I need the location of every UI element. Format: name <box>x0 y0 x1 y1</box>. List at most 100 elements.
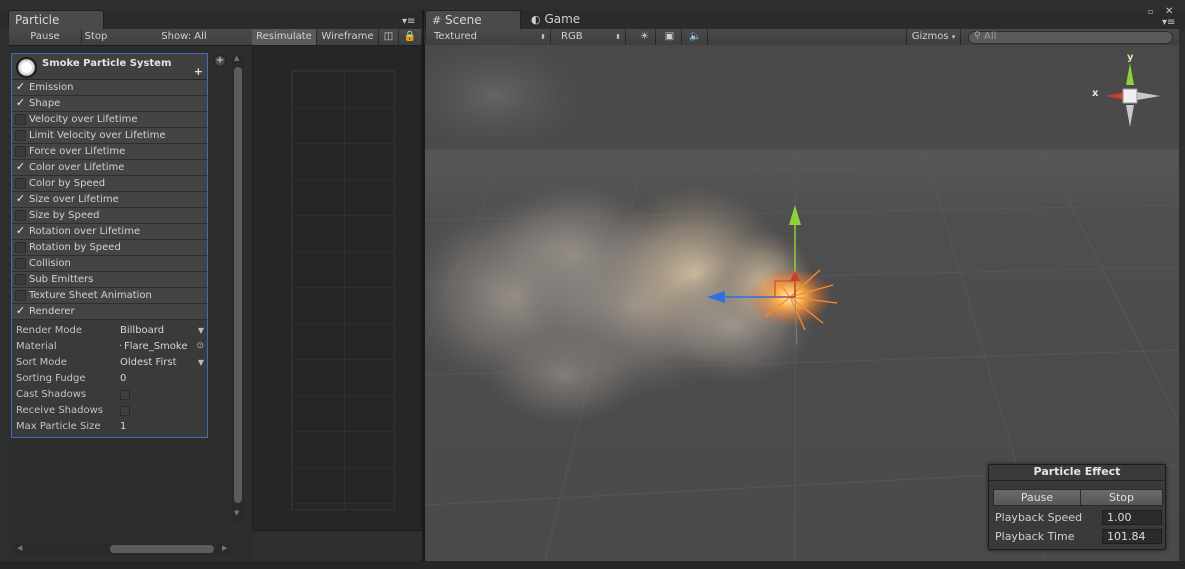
module-row[interactable]: Texture Sheet Animation <box>12 288 207 304</box>
module-row[interactable]: Size by Speed <box>12 208 207 224</box>
left-window: Particle Effect ▾≡ Pause Stop Show: All … <box>0 0 424 569</box>
overlay-stop-button[interactable]: Stop <box>1080 489 1163 506</box>
material-field[interactable]: Flare_Smoke <box>124 339 188 354</box>
module-checkbox[interactable] <box>15 130 26 141</box>
module-row[interactable]: ✓ Rotation over Lifetime <box>12 224 207 240</box>
lighting-toggle-icon[interactable]: ☀ <box>634 29 656 46</box>
gizmos-dropdown[interactable]: Gizmos ▾ <box>906 29 961 46</box>
orientation-gizmo[interactable]: y x <box>1085 52 1165 135</box>
scene-toolbar: Textured ⬍ RGB ⬍ ☀ ▣ 🔈 Gizmos ▾ ⚲ All <box>426 29 1179 46</box>
module-label: Sub Emitters <box>29 274 94 285</box>
module-row[interactable]: Limit Velocity over Lifetime <box>12 128 207 144</box>
scroll-right-icon[interactable]: ▶ <box>222 544 227 552</box>
curve-editor[interactable] <box>252 45 422 531</box>
module-row[interactable]: Collision <box>12 256 207 272</box>
module-row[interactable]: Color by Speed <box>12 176 207 192</box>
cast-shadows-label: Cast Shadows <box>16 389 87 400</box>
module-row[interactable]: ✓ Renderer <box>12 304 207 320</box>
module-checkbox[interactable] <box>15 242 26 253</box>
checkmark-icon[interactable]: ✓ <box>15 193 26 205</box>
horizontal-scrollbar[interactable]: ◀ ▶ <box>14 543 232 555</box>
particle-system-title: Smoke Particle System <box>42 58 172 69</box>
image-effects-icon[interactable]: ▣ <box>658 29 682 46</box>
cast-shadows-checkbox[interactable] <box>120 390 130 400</box>
add-system-icon[interactable]: + <box>214 55 226 67</box>
module-row[interactable]: ✓ Color over Lifetime <box>12 160 207 176</box>
checkmark-icon[interactable]: ✓ <box>15 97 26 109</box>
scroll-left-icon[interactable]: ◀ <box>17 544 22 552</box>
particle-effect-overlay: Particle Effect Pause Stop Playback Spee… <box>988 464 1166 550</box>
module-checkbox[interactable] <box>15 290 26 301</box>
close-icon[interactable]: ✕ <box>1165 6 1173 17</box>
horizontal-scroll-thumb[interactable] <box>110 545 214 553</box>
shading-mode-dropdown[interactable]: Textured ⬍ <box>426 29 551 46</box>
resimulate-toggle[interactable]: Resimulate <box>252 29 317 46</box>
module-checkbox[interactable] <box>15 210 26 221</box>
module-checkbox[interactable] <box>15 258 26 269</box>
module-label: Force over Lifetime <box>29 146 126 157</box>
overlay-title: Particle Effect <box>1033 465 1121 478</box>
checkmark-icon[interactable]: ✓ <box>15 225 26 237</box>
module-label: Color over Lifetime <box>29 162 125 173</box>
render-mode-label: RGB <box>561 31 583 42</box>
module-row[interactable]: ✓ Size over Lifetime <box>12 192 207 208</box>
module-row[interactable]: ✓ Emission <box>12 80 207 96</box>
tab-scene[interactable]: # Scene <box>425 10 521 30</box>
tab-particle-effect[interactable]: Particle Effect <box>8 10 104 42</box>
vertical-scroll-thumb[interactable] <box>234 67 242 503</box>
add-module-icon[interactable]: + <box>194 65 203 78</box>
module-label: Size by Speed <box>29 210 100 221</box>
checkmark-icon[interactable]: ✓ <box>15 81 26 93</box>
module-checkbox[interactable] <box>15 178 26 189</box>
sort-mode-label: Sort Mode <box>16 357 67 368</box>
chevron-updown-icon: ⬍ <box>540 33 546 41</box>
split-view-icon[interactable]: ◫ <box>379 29 399 46</box>
pause-button[interactable]: Pause <box>9 29 82 46</box>
scroll-up-icon[interactable]: ▲ <box>234 54 239 62</box>
scroll-down-icon[interactable]: ▼ <box>234 509 239 517</box>
module-row[interactable]: Force over Lifetime <box>12 144 207 160</box>
render-mode-dropdown[interactable]: RGB ⬍ <box>551 29 626 46</box>
module-row[interactable]: Sub Emitters <box>12 272 207 288</box>
stop-button[interactable]: Stop <box>82 29 110 46</box>
receive-shadows-checkbox[interactable] <box>120 406 130 416</box>
left-toolbar: Pause Stop Show: All Resimulate Wirefram… <box>9 29 421 46</box>
vertical-scrollbar[interactable]: ▲ ▼ <box>232 53 244 523</box>
panel-menu-icon[interactable]: ▾≡ <box>1162 17 1175 28</box>
overlay-pause-button[interactable]: Pause <box>993 489 1081 506</box>
module-checkbox[interactable] <box>15 274 26 285</box>
sort-mode-dropdown[interactable]: Oldest First <box>120 355 177 370</box>
pacman-icon: ◐ <box>531 13 541 26</box>
module-row[interactable]: Rotation by Speed <box>12 240 207 256</box>
checkmark-icon[interactable]: ✓ <box>15 305 26 317</box>
module-row[interactable]: ✓ Shape <box>12 96 207 112</box>
chevron-down-icon: ▼ <box>197 326 204 335</box>
sorting-fudge-field[interactable]: 0 <box>120 371 126 386</box>
object-picker-icon[interactable]: ⊙ <box>196 339 204 354</box>
wireframe-toggle[interactable]: Wireframe <box>317 29 379 46</box>
module-checkbox[interactable] <box>15 146 26 157</box>
render-mode-dropdown[interactable]: Billboard <box>120 323 164 338</box>
module-label: Rotation by Speed <box>29 242 121 253</box>
chevron-down-icon: ▼ <box>197 358 204 367</box>
lock-icon[interactable]: 🔒 <box>399 29 421 46</box>
playback-time-label: Playback Time <box>995 530 1075 543</box>
module-checkbox[interactable] <box>15 114 26 125</box>
chevron-down-icon: ▾ <box>951 33 956 41</box>
particle-system-header[interactable]: Smoke Particle System + <box>12 54 207 80</box>
tab-game[interactable]: ◐ Game <box>525 10 615 30</box>
audio-toggle-icon[interactable]: 🔈 <box>684 29 708 46</box>
particle-system-inspector: Smoke Particle System + ✓ Emission ✓ Shape V… <box>11 53 208 438</box>
playback-time-field[interactable]: 101.84 <box>1102 529 1162 544</box>
panel-menu-icon[interactable]: ▾≡ <box>402 16 415 27</box>
maximize-icon[interactable]: ▫ <box>1148 7 1153 16</box>
module-label: Velocity over Lifetime <box>29 114 138 125</box>
module-label: Size over Lifetime <box>29 194 119 205</box>
show-filter-dropdown[interactable]: Show: All <box>149 29 219 46</box>
max-particle-size-field[interactable]: 1 <box>120 419 126 434</box>
scene-search-input[interactable]: ⚲ All <box>968 31 1173 44</box>
module-row[interactable]: Velocity over Lifetime <box>12 112 207 128</box>
playback-speed-field[interactable]: 1.00 <box>1102 510 1162 525</box>
max-particle-size-row: Max Particle Size 1 <box>16 419 206 435</box>
checkmark-icon[interactable]: ✓ <box>15 161 26 173</box>
